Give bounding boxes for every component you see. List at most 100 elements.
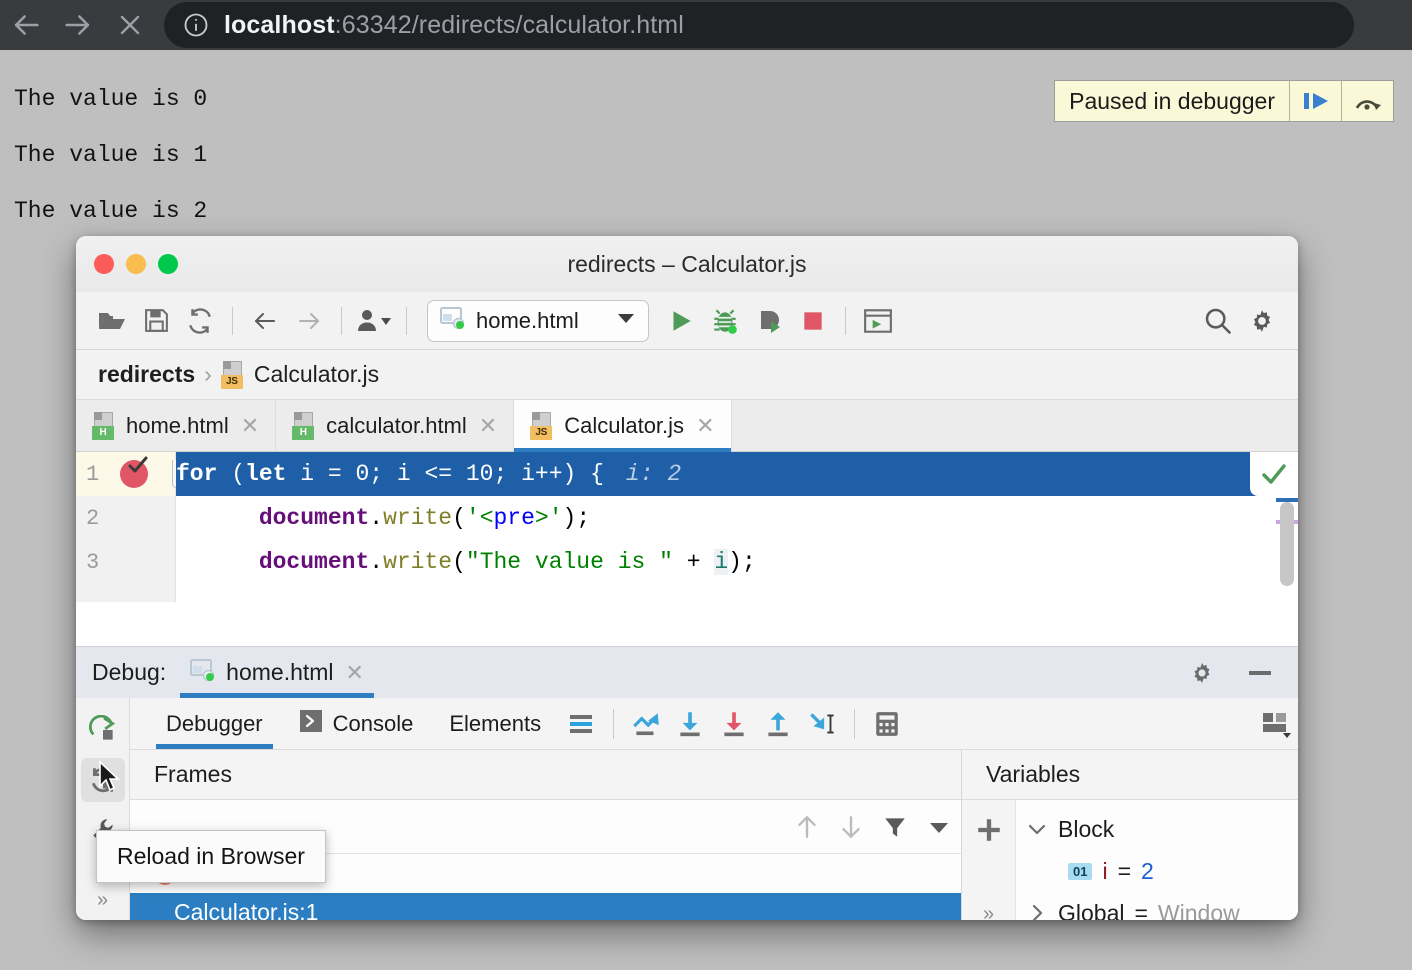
debug-bug-icon[interactable] [703,299,747,343]
close-icon[interactable]: ✕ [346,660,364,686]
back-arrow-icon[interactable] [0,0,52,50]
sync-refresh-icon[interactable] [178,299,222,343]
rerun-icon[interactable] [81,708,125,752]
toolbar-divider [406,307,407,335]
filter-funnel-icon[interactable] [873,805,917,849]
stop-square-icon[interactable] [791,299,835,343]
variables-pane: Variables » [962,750,1298,920]
step-into-icon[interactable] [668,702,712,746]
tab-console-label: Console [333,711,414,737]
chevron-down-icon [616,311,636,330]
down-arrow-icon[interactable] [829,805,873,849]
run-icon[interactable] [659,299,703,343]
inspections-ok-checkmark-icon[interactable] [1250,452,1298,496]
breadcrumb-root[interactable]: redirects [98,361,195,388]
editor-tab-label: calculator.html [326,413,467,439]
address-bar[interactable]: localhost:63342/redirects/calculator.htm… [164,2,1354,48]
page-output-line: The value is 0 [0,86,207,112]
dropdown-chevron-icon[interactable] [917,805,961,849]
js-file-icon: JS [530,412,554,440]
step-out-icon[interactable] [756,702,800,746]
side-toolbar-more-button[interactable]: » [97,889,108,912]
close-icon[interactable]: ✕ [479,413,497,439]
variables-more-button[interactable]: » [983,903,994,920]
breadcrumb-leaf[interactable]: Calculator.js [254,361,379,388]
variable-value: 2 [1141,858,1154,885]
open-folder-icon[interactable] [90,299,134,343]
frames-title: Frames [130,750,961,800]
user-vcs-icon[interactable] [352,299,396,343]
forward-arrow-icon[interactable] [52,0,104,50]
editor-tab-calculator-html[interactable]: H calculator.html ✕ [276,400,514,451]
debug-tab-bar: Debugger Console Elements [130,698,1298,750]
resume-program-icon[interactable] [1289,81,1341,121]
debug-tool-window-header: Debug: home.html ✕ [76,646,1298,698]
editor-tab-home-html[interactable]: H home.html ✕ [76,400,276,451]
html-file-icon: H [92,412,116,440]
breadcrumb: redirects › JS Calculator.js [76,350,1298,400]
variables-body: » Block 01 i [962,800,1298,920]
toolbar-divider [854,709,855,739]
tab-elements[interactable]: Elements [431,698,559,749]
numeric-type-badge: 01 [1068,863,1092,880]
chevron-down-icon[interactable] [1026,823,1048,835]
evaluate-expression-icon[interactable] [865,702,909,746]
run-to-cursor-icon[interactable] [800,702,844,746]
stop-x-icon[interactable] [104,0,156,50]
step-over-icon[interactable] [1341,81,1393,121]
variables-tree[interactable]: Block 01 i = 2 [1016,800,1298,920]
up-arrow-icon[interactable] [785,805,829,849]
step-over-icon[interactable] [624,702,668,746]
run-with-coverage-icon[interactable] [747,299,791,343]
variables-title: Variables [962,750,1298,800]
code-lines[interactable]: for (let i = 0; i <= 10; i++) {i: 2 docu… [176,452,1298,602]
debug-session-label: home.html [226,659,333,686]
editor-tab-label: home.html [126,413,229,439]
navigate-forward-icon[interactable] [287,299,331,343]
gear-icon[interactable] [1240,299,1284,343]
console-prompt-icon [299,709,323,739]
frame-row-selected[interactable]: Calculator.js:1 [130,893,961,920]
paused-in-debugger-label: Paused in debugger [1055,81,1289,121]
debug-session-tab[interactable]: home.html ✕ [180,647,374,698]
close-icon[interactable]: ✕ [696,413,714,439]
page-output-line: The value is 2 [0,198,207,224]
browser-config-icon [190,658,216,688]
editor-empty-area [76,602,1298,646]
variable-row-i[interactable]: 01 i = 2 [1026,850,1298,892]
navigate-back-icon[interactable] [243,299,287,343]
code-editor[interactable]: 1 2 3 for (let i = 0; i <= 10; i++) {i: … [76,452,1298,602]
line-number: 2 [76,496,175,540]
force-step-into-icon[interactable] [712,702,756,746]
editor-gutter[interactable]: 1 2 3 [76,452,176,602]
open-console-icon[interactable] [856,299,900,343]
run-configuration-selector[interactable]: home.html [427,300,649,342]
chevron-right-icon[interactable] [1026,904,1048,920]
editor-scrollbar-thumb[interactable] [1280,502,1294,586]
debug-main-area: Debugger Console Elements [130,698,1298,920]
toolbar-divider [845,307,846,335]
html-file-icon: H [292,412,316,440]
layout-lines-icon[interactable] [559,702,603,746]
add-watch-icon[interactable] [967,808,1011,852]
save-icon[interactable] [134,299,178,343]
variable-row-block[interactable]: Block [1026,808,1298,850]
variable-value: Window [1158,900,1240,921]
variable-equals: = [1118,858,1131,885]
tab-console[interactable]: Console [281,698,432,749]
close-icon[interactable]: ✕ [241,413,259,439]
minimize-icon[interactable] [1238,651,1282,695]
info-circle-icon[interactable] [182,11,210,39]
editor-tab-bar: H home.html ✕ H calculator.html ✕ JS Cal… [76,400,1298,452]
line-number: 3 [76,540,175,584]
ide-main-toolbar: home.html [76,292,1298,350]
breadcrumb-separator: › [204,361,212,388]
address-bar-text: localhost:63342/redirects/calculator.htm… [224,11,684,40]
layout-settings-icon[interactable] [1254,702,1298,746]
editor-tab-calculator-js[interactable]: JS Calculator.js ✕ [514,400,731,451]
ide-title-bar: redirects – Calculator.js [76,236,1298,292]
gear-icon[interactable] [1180,651,1224,695]
variable-row-global[interactable]: Global = Window [1026,892,1298,920]
tab-debugger[interactable]: Debugger [148,698,281,749]
search-icon[interactable] [1196,299,1240,343]
